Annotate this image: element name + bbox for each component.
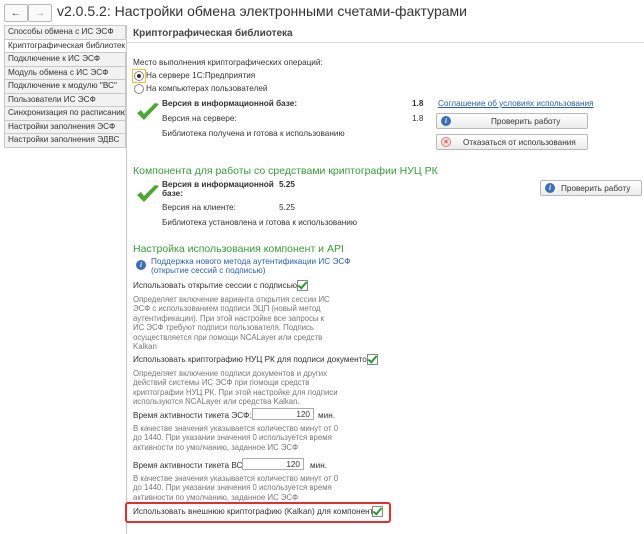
use-nuc-description: Определяет включение подписи документов … (133, 369, 338, 407)
ticket-esf-unit: мин. (318, 411, 335, 420)
ticket-esf-input[interactable]: 120 (252, 408, 314, 420)
refuse-label: Отказаться от использования (463, 137, 576, 147)
version-db-label: Версия в информационной базе: (162, 99, 298, 108)
use-kalkan-checkbox[interactable] (372, 506, 383, 517)
info-icon: i (545, 183, 555, 193)
ticket-esf-label: Время активности тикета ЭСФ: (133, 411, 252, 420)
sidebar-item-exchange-module[interactable]: Модуль обмена с ИС ЭСФ (4, 65, 126, 79)
nuc-version-client-label: Версия на клиенте: (162, 203, 236, 212)
header-divider (127, 42, 644, 43)
use-kalkan-label: Использовать внешнюю криптографию (Kalka… (133, 507, 382, 516)
library-status: Библиотека получена и готова к использов… (162, 129, 345, 138)
nuc-version-db-label: Версия в информационной базе: (162, 180, 274, 198)
ticket-vs-input[interactable]: 120 (242, 458, 304, 470)
arrow-right-icon: → (34, 7, 46, 19)
window-title: v2.0.5.2: Настройки обмена электронными … (57, 3, 467, 19)
use-nuc-label: Использовать криптографию НУЦ РК для под… (133, 355, 374, 364)
auth-support-info: Поддержка нового метода аутентификации И… (151, 257, 351, 276)
version-server-label: Версия на сервере: (162, 114, 237, 123)
use-sign-checkbox[interactable] (297, 280, 308, 291)
refuse-button[interactable]: × Отказаться от использования (436, 134, 588, 150)
nuc-version-client-value: 5.25 (279, 203, 295, 212)
cancel-icon: × (441, 137, 451, 147)
api-section-title: Настройка использования компонент и API (133, 243, 344, 255)
sidebar-divider (126, 25, 127, 534)
sidebar: Способы обмена с ИС ЭСФ Криптографическа… (4, 25, 126, 148)
page-title: Криптографическая библиотека (133, 28, 293, 39)
arrow-left-icon: ← (10, 7, 22, 19)
ticket-vs-unit: мин. (310, 461, 327, 470)
sidebar-item-exchange-methods[interactable]: Способы обмена с ИС ЭСФ (4, 25, 126, 39)
sidebar-item-users[interactable]: Пользователи ИС ЭСФ (4, 92, 126, 106)
checkmark-icon (137, 103, 159, 120)
radio-client[interactable] (134, 84, 144, 94)
nuc-check-work-label: Проверить работу (561, 183, 631, 193)
nuc-check-work-button[interactable]: i Проверить работу (540, 180, 642, 196)
use-sign-label: Использовать открытие сессии с подписью: (133, 281, 300, 290)
nuc-section-title: Компонента для работы со средствами крип… (133, 165, 438, 177)
ticket-vs-description: В качестве значения указывается количест… (133, 474, 339, 502)
sidebar-item-crypto-library[interactable]: Криптографическая библиотека (4, 38, 126, 52)
info-icon: i (136, 260, 146, 270)
nuc-library-status: Библиотека установлена и готова к исполь… (162, 218, 357, 227)
radio-server[interactable] (134, 71, 144, 81)
version-server-value: 1.8 (412, 114, 424, 123)
sidebar-item-esf-connection[interactable]: Подключение к ИС ЭСФ (4, 52, 126, 66)
version-db-value: 1.8 (412, 99, 424, 108)
info-icon: i (441, 116, 451, 126)
use-sign-description: Определяет включение варианта открытия с… (133, 295, 330, 352)
ticket-vs-label: Время активности тикета ВС: (133, 461, 245, 470)
radio-server-label[interactable]: На сервере 1С:Предприятия (146, 71, 255, 80)
ticket-esf-description: В качестве значения указывается количест… (133, 424, 339, 452)
use-nuc-checkbox[interactable] (367, 354, 378, 365)
back-button[interactable]: ← (4, 4, 28, 22)
sidebar-item-vs-module[interactable]: Подключение к модулю "ВС" (4, 79, 126, 93)
forward-button[interactable]: → (28, 4, 52, 22)
checkmark-icon (137, 185, 159, 202)
sidebar-item-edvs-fill[interactable]: Настройки заполнения ЭДВС (4, 133, 126, 148)
sidebar-item-esf-fill[interactable]: Настройки заполнения ЭСФ (4, 119, 126, 133)
check-work-label: Проверить работу (491, 116, 561, 126)
agreement-link[interactable]: Соглашение об условиях использования (438, 99, 593, 108)
location-label: Место выполнения криптографических опера… (133, 58, 323, 67)
sidebar-item-schedule[interactable]: Синхронизация по расписанию (4, 106, 126, 120)
radio-client-label[interactable]: На компьютерах пользователей (146, 84, 267, 93)
nuc-version-db-value: 5.25 (279, 180, 295, 189)
check-work-button[interactable]: i Проверить работу (436, 113, 588, 129)
